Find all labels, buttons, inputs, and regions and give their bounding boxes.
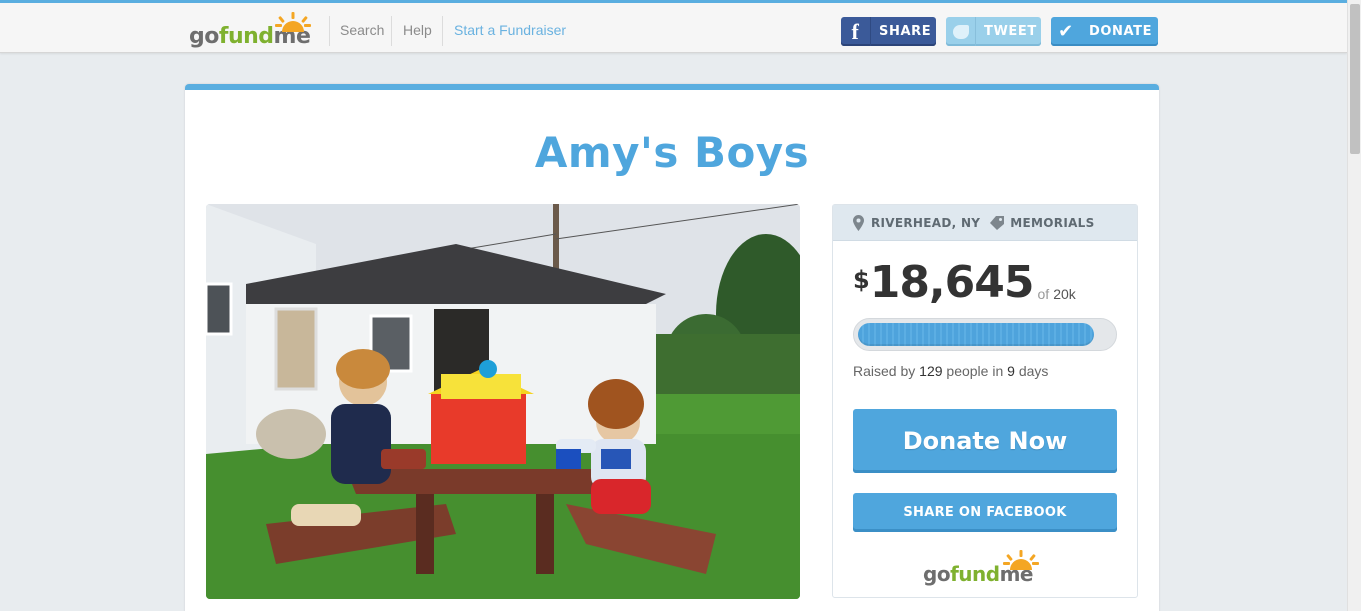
- gofundme-footer-logo[interactable]: gofundme: [923, 550, 1053, 590]
- header-share-button[interactable]: f SHARE: [841, 17, 936, 46]
- goal-amount: 20k: [1053, 286, 1076, 302]
- amount-raised: $ 18,645 of 20k: [853, 260, 1076, 306]
- progress-bar: [853, 318, 1117, 351]
- nav-divider: [442, 16, 443, 46]
- logo-sun-icon: [275, 12, 311, 32]
- campaign-photo-image: [206, 204, 800, 599]
- scrollbar-thumb[interactable]: [1350, 4, 1360, 154]
- page-scrollbar[interactable]: [1347, 0, 1361, 611]
- days-count: 9: [1007, 363, 1015, 379]
- donate-now-button[interactable]: Donate Now: [853, 409, 1117, 473]
- twitter-bird-icon: [946, 17, 976, 46]
- campaign-location[interactable]: RIVERHEAD, NY: [871, 216, 980, 230]
- nav-help-link[interactable]: Help: [403, 22, 432, 38]
- nav-divider: [329, 16, 330, 46]
- campaign-title: Amy's Boys: [534, 128, 810, 177]
- of-label: of: [1037, 286, 1050, 302]
- nav-search-link[interactable]: Search: [340, 22, 384, 38]
- nav-divider: [391, 16, 392, 46]
- raised-by-prefix: Raised by: [853, 363, 916, 379]
- currency-symbol: $: [853, 266, 870, 294]
- share-label: SHARE: [879, 24, 932, 39]
- donor-count: 129: [919, 363, 943, 379]
- header-donate-button[interactable]: ✔ DONATE: [1051, 17, 1158, 46]
- tweet-label: TWEET: [984, 24, 1037, 39]
- gofundme-logo[interactable]: gofundme: [189, 12, 319, 52]
- campaign-meta-bar: RIVERHEAD, NY MEMORIALS: [833, 205, 1137, 241]
- donate-label: DONATE: [1089, 24, 1153, 39]
- share-on-facebook-button[interactable]: SHARE ON FACEBOOK: [853, 493, 1117, 532]
- facebook-icon: f: [841, 17, 871, 46]
- campaign-category[interactable]: MEMORIALS: [1010, 216, 1094, 230]
- tag-icon: [990, 215, 1005, 230]
- top-navigation-bar: gofundme Search Help Start a Fundraiser …: [0, 0, 1347, 53]
- campaign-photo[interactable]: [206, 204, 800, 599]
- people-in-label: people in: [946, 363, 1004, 379]
- header-tweet-button[interactable]: TWEET: [946, 17, 1041, 46]
- progress-fill: [858, 323, 1095, 346]
- nav-start-fundraiser-link[interactable]: Start a Fundraiser: [454, 22, 566, 38]
- check-icon: ✔: [1058, 21, 1074, 42]
- raised-by-text: Raised by 129 people in 9 days: [853, 363, 1048, 379]
- donation-panel: RIVERHEAD, NY MEMORIALS $ 18,645 of 20k …: [832, 204, 1138, 598]
- raised-amount: 18,645: [869, 257, 1035, 308]
- days-label: days: [1018, 363, 1049, 379]
- map-pin-icon: [853, 214, 864, 231]
- logo-sun-icon: [1003, 550, 1039, 570]
